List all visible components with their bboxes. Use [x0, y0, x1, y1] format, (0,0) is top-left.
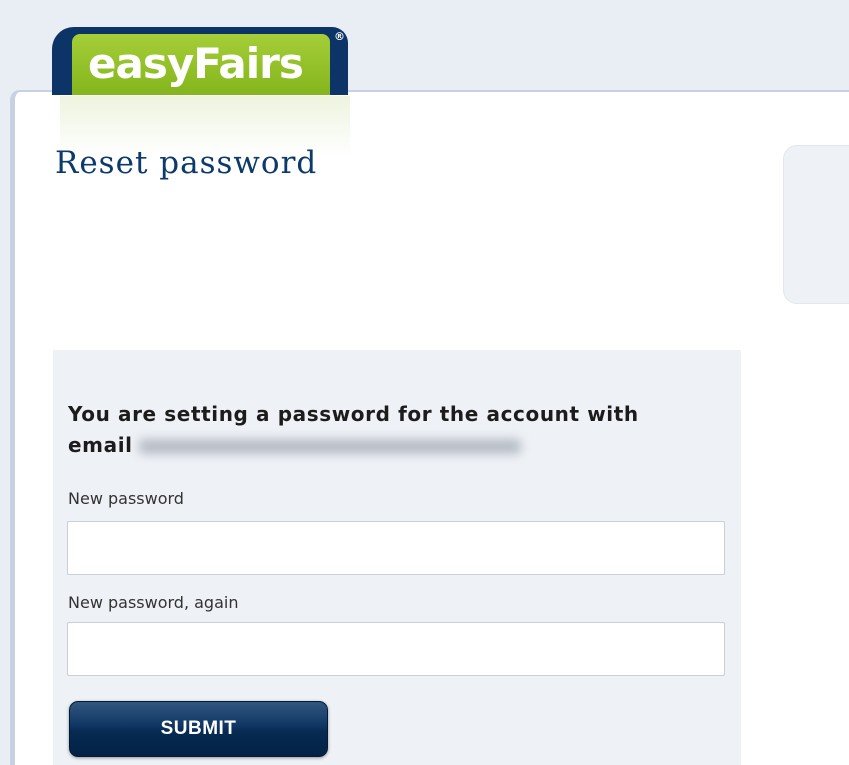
- side-panel: [783, 145, 849, 304]
- redacted-email: [138, 439, 521, 454]
- new-password-again-label: New password, again: [68, 593, 239, 612]
- logo-text: easyFairs: [88, 39, 304, 88]
- registered-mark: ®: [334, 30, 345, 43]
- new-password-label: New password: [68, 489, 184, 508]
- page-title: Reset password: [55, 145, 318, 181]
- new-password-input[interactable]: [67, 521, 725, 575]
- logo-green-plate: easyFairs: [72, 34, 330, 95]
- form-heading: You are setting a password for the accou…: [68, 399, 708, 461]
- submit-button[interactable]: SUBMIT: [69, 701, 328, 757]
- new-password-again-input[interactable]: [67, 622, 725, 676]
- easyfairs-logo[interactable]: easyFairs ®: [52, 27, 348, 95]
